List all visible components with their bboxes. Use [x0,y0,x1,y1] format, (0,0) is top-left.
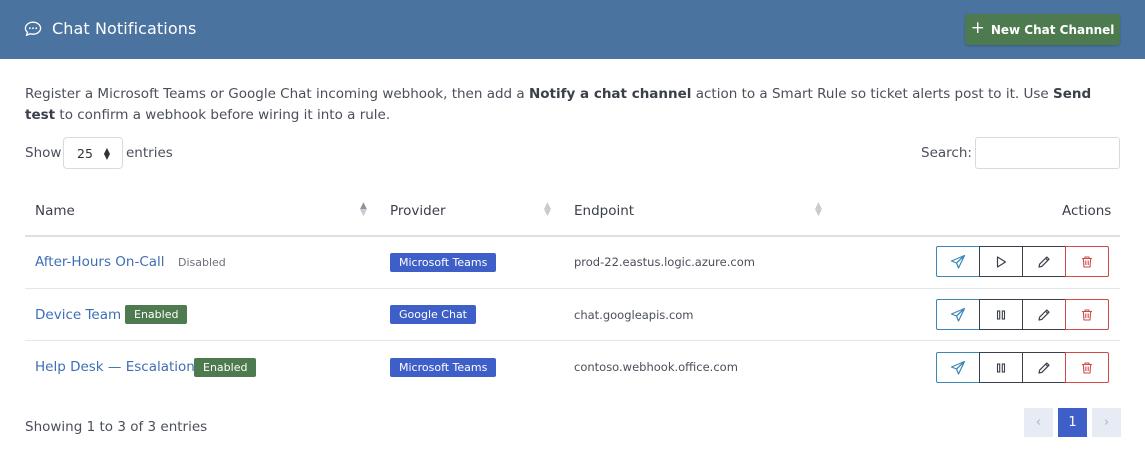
edit-button[interactable] [1022,352,1066,383]
previous-page-button[interactable]: ‹ [1024,408,1053,437]
entries-per-page-select[interactable]: 25 ▲ ▼ [63,137,123,169]
trash-icon [1082,255,1092,268]
description-bold-action: Notify a chat channel [528,86,692,102]
enable-toggle-button[interactable] [979,299,1023,330]
provider-badge: Microsoft Teams [390,358,497,377]
page-description: Register a Microsoft Teams or Google Cha… [25,84,1120,126]
description-text: Register a Microsoft Teams or Google Cha… [25,86,529,102]
status-badge: Enabled [125,305,188,324]
column-header-provider[interactable]: Provider [390,203,446,219]
select-caret-icon: ▲ ▼ [103,146,110,161]
description-text: to confirm a webhook before wiring it in… [55,107,391,123]
send-test-button[interactable] [936,352,980,383]
edit-button[interactable] [1022,299,1066,330]
trash-icon [1082,361,1092,374]
play-icon [996,255,1007,268]
pagination: ‹ 1 › [1024,408,1121,437]
channel-name-link[interactable]: Help Desk — Escalations [35,359,202,375]
plus-icon: + [970,18,985,38]
delete-button[interactable] [1065,246,1109,277]
description-text: action to a Smart Rule so ticket alerts … [691,86,1053,102]
status-badge: Enabled [194,358,257,377]
channel-name-link[interactable]: Device Team [35,307,121,323]
provider-badge: Microsoft Teams [390,253,497,272]
row-actions [936,299,1111,330]
row-divider [25,340,1120,341]
column-header-endpoint[interactable]: Endpoint [574,203,634,219]
status-badge: Disabled [178,256,226,269]
trash-icon [1082,308,1092,321]
row-divider [25,288,1120,289]
chat-bubble-icon [24,21,42,37]
column-header-actions: Actions [1062,203,1112,219]
delete-button[interactable] [1065,352,1109,383]
sort-icon: ▲ ▼ [815,201,822,218]
endpoint-text: prod-22.eastus.logic.azure.com [574,255,755,269]
send-icon [950,307,966,322]
search-input[interactable] [975,137,1120,169]
page-title: Chat Notifications [52,19,197,38]
sort-icon: ▲ ▼ [544,201,551,218]
send-icon [950,254,966,269]
next-page-button[interactable]: › [1092,408,1121,437]
endpoint-text: chat.googleapis.com [574,308,694,322]
channel-name-link[interactable]: After-Hours On-Call [35,254,165,270]
length-prefix: Show [25,145,62,161]
search-label: Search: [921,145,972,161]
send-test-button[interactable] [936,246,980,277]
entries-per-page-value: 25 [77,145,93,161]
pencil-icon [1038,361,1050,374]
column-header-name[interactable]: Name [35,203,75,219]
table-info: Showing 1 to 3 of 3 entries [25,419,208,435]
enable-toggle-button[interactable] [979,352,1023,383]
endpoint-text: contoso.webhook.office.com [574,360,738,374]
provider-badge: Google Chat [390,305,476,324]
row-actions [936,352,1111,383]
pencil-icon [1038,308,1050,321]
pause-icon [996,309,1006,320]
pause-icon [996,362,1006,373]
header-divider [25,235,1120,237]
edit-button[interactable] [1022,246,1066,277]
send-test-button[interactable] [936,299,980,330]
delete-button[interactable] [1065,299,1109,330]
pencil-icon [1038,255,1050,268]
new-chat-channel-button[interactable]: + New Chat Channel [965,14,1120,45]
page-header: Chat Notifications + New Chat Channel [0,0,1145,59]
enable-toggle-button[interactable] [979,246,1023,277]
send-icon [950,360,966,375]
length-suffix: entries [126,145,173,161]
row-actions [936,246,1111,277]
new-chat-channel-label: New Chat Channel [990,22,1115,37]
page-1-button[interactable]: 1 [1058,408,1087,437]
sort-ascending-icon: ▲ ▼ [360,201,367,218]
